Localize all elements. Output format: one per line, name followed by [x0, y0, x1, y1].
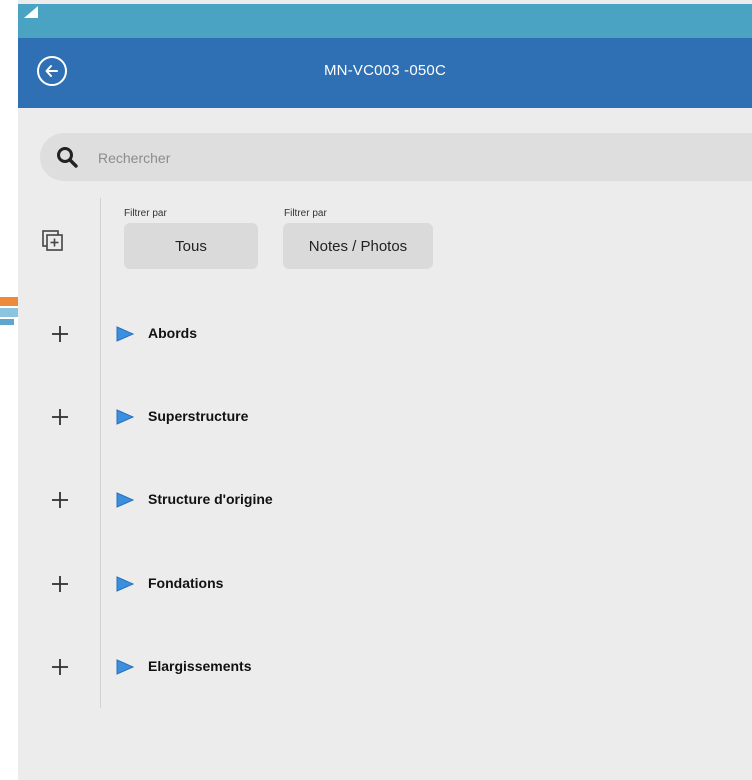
- status-bar: [18, 4, 752, 38]
- main-content: Filtrer par Tous Filtrer par Notes / Pho…: [18, 108, 752, 780]
- tree-divider: [100, 198, 101, 708]
- expand-arrow-icon[interactable]: [116, 576, 134, 592]
- edge-decoration: [0, 297, 18, 325]
- filter-label-2: Filtrer par: [284, 208, 327, 219]
- filter-label-1: Filtrer par: [124, 208, 167, 219]
- tree-item-label[interactable]: Superstructure: [148, 408, 248, 424]
- filter-button-all[interactable]: Tous: [124, 223, 258, 269]
- app-window: MN-VC003 -050C Filtrer par Tous Filtrer …: [18, 0, 752, 780]
- tree-item-label[interactable]: Abords: [148, 325, 197, 341]
- page-title: MN-VC003 -050C: [323, 62, 446, 79]
- search-input[interactable]: [96, 145, 600, 171]
- expand-arrow-icon[interactable]: [116, 659, 134, 675]
- tree-item-elargissements: Elargissements: [18, 647, 752, 687]
- expand-arrow-icon[interactable]: [116, 409, 134, 425]
- tree-item-label[interactable]: Elargissements: [148, 658, 252, 674]
- app-bar: MN-VC003 -050C: [18, 38, 752, 108]
- tree-item-abords: Abords: [18, 314, 752, 354]
- expand-arrow-icon[interactable]: [116, 492, 134, 508]
- add-icon[interactable]: [50, 490, 70, 510]
- search-icon: [57, 147, 78, 168]
- add-group-icon[interactable]: [42, 230, 64, 252]
- add-icon[interactable]: [50, 324, 70, 344]
- tree-item-label[interactable]: Fondations: [148, 575, 223, 591]
- add-icon[interactable]: [50, 657, 70, 677]
- tree-item-structure-origine: Structure d'origine: [18, 480, 752, 520]
- expand-arrow-icon[interactable]: [116, 326, 134, 342]
- search-bar[interactable]: [40, 133, 752, 181]
- tree-item-superstructure: Superstructure: [18, 397, 752, 437]
- signal-icon: [24, 6, 38, 18]
- add-icon[interactable]: [50, 407, 70, 427]
- tree-item-fondations: Fondations: [18, 564, 752, 604]
- add-icon[interactable]: [50, 574, 70, 594]
- filter-button-notes-photos[interactable]: Notes / Photos: [283, 223, 433, 269]
- tree-item-label[interactable]: Structure d'origine: [148, 491, 273, 507]
